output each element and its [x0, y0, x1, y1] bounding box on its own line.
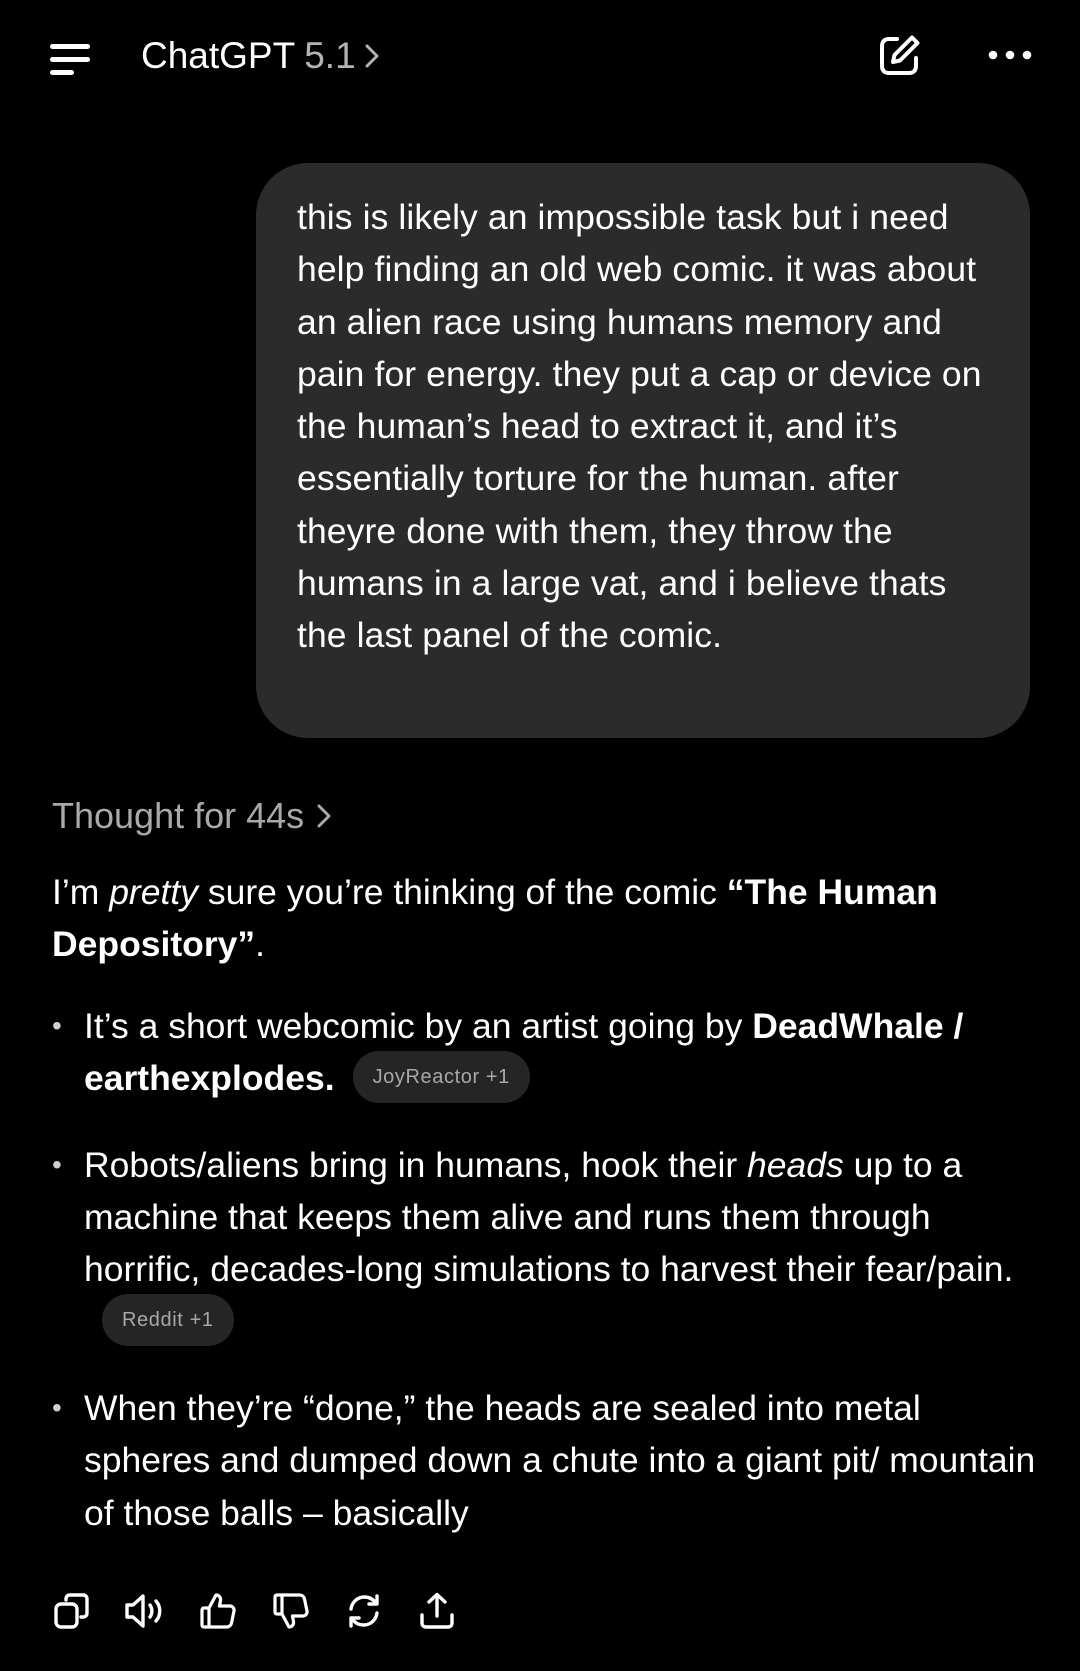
app-title: ChatGPT — [141, 35, 296, 76]
source-chip[interactable]: Reddit +1 — [102, 1294, 234, 1347]
bullet-emphasis: heads — [747, 1144, 844, 1185]
thumbs-up-button[interactable] — [196, 1589, 240, 1633]
list-item: When they’re “done,” the heads are seale… — [52, 1382, 1042, 1539]
more-icon[interactable] — [988, 45, 1032, 65]
menu-icon[interactable] — [50, 40, 92, 75]
bullet-text: It’s a short webcomic by an artist going… — [84, 1005, 753, 1046]
thought-label: Thought for 44s — [52, 795, 305, 836]
list-item: It’s a short webcomic by an artist going… — [52, 1000, 1042, 1107]
read-aloud-icon — [125, 1594, 162, 1628]
model-selector[interactable]: ChatGPT 5.1 — [141, 30, 380, 82]
bullet-text: When they’re “done,” the heads are seale… — [84, 1388, 1036, 1533]
chevron-right-icon — [317, 804, 331, 828]
share-button[interactable] — [415, 1589, 459, 1633]
read-aloud-button[interactable] — [123, 1589, 167, 1633]
copy-button[interactable] — [50, 1589, 94, 1633]
top-bar: ChatGPT 5.1 — [0, 0, 1080, 112]
regenerate-button[interactable] — [342, 1589, 386, 1633]
list-item: Robots/aliens bring in humans, hook thei… — [52, 1139, 1042, 1351]
response-intro: I’m pretty sure you’re thinking of the c… — [52, 866, 1042, 971]
thumbs-down-icon — [273, 1593, 309, 1629]
bullet-text: Robots/aliens bring in humans, hook thei… — [84, 1144, 748, 1185]
thought-toggle[interactable]: Thought for 44s — [52, 790, 332, 842]
source-chip[interactable]: JoyReactor +1 — [352, 1050, 530, 1103]
intro-emphasis: pretty — [109, 872, 198, 912]
user-message-text: this is likely an impossible task but i … — [297, 197, 982, 656]
chevron-right-icon — [365, 44, 379, 68]
copy-icon — [54, 1593, 89, 1629]
new-chat-icon[interactable] — [876, 33, 922, 79]
thumbs-down-button[interactable] — [269, 1589, 313, 1633]
thumbs-up-icon — [200, 1593, 236, 1629]
intro-text: sure you’re thinking of the comic — [197, 872, 727, 912]
response-bullet-list: It’s a short webcomic by an artist going… — [52, 1000, 1042, 1539]
model-version: 5.1 — [304, 35, 356, 76]
assistant-response: I’m pretty sure you’re thinking of the c… — [52, 866, 1042, 1571]
share-icon — [420, 1592, 454, 1629]
user-message-bubble: this is likely an impossible task but i … — [256, 163, 1030, 738]
intro-text: I’m — [52, 872, 110, 912]
message-actions — [50, 1588, 488, 1634]
intro-text: . — [255, 924, 266, 965]
regenerate-icon — [349, 1594, 379, 1628]
